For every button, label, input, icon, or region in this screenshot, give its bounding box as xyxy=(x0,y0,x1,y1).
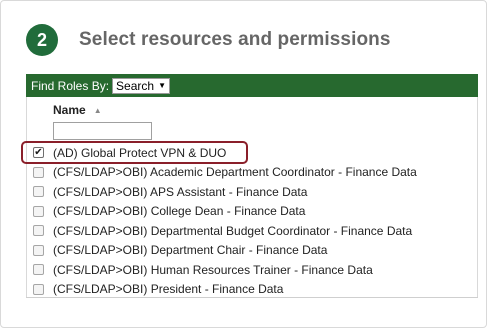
step-title: Select resources and permissions xyxy=(79,29,391,50)
role-checkbox[interactable] xyxy=(33,205,44,217)
step-header: 2 Select resources and permissions xyxy=(26,23,391,57)
find-roles-label: Find Roles By: xyxy=(31,78,110,93)
role-row[interactable]: (CFS/LDAP>OBI) Department Chair - Financ… xyxy=(27,241,477,261)
role-label: (CFS/LDAP>OBI) President - Finance Data xyxy=(53,282,284,297)
role-row[interactable]: ✔ (AD) Global Protect VPN & DUO xyxy=(27,143,477,163)
role-checkbox[interactable] xyxy=(33,186,44,198)
dropdown-arrow-icon: ▼ xyxy=(158,81,166,90)
role-row[interactable]: (CFS/LDAP>OBI) Academic Department Coord… xyxy=(27,163,477,183)
role-row[interactable]: (CFS/LDAP>OBI) President - Finance Data xyxy=(27,280,477,299)
role-label: (CFS/LDAP>OBI) APS Assistant - Finance D… xyxy=(53,184,308,199)
step-number-badge: 2 xyxy=(26,24,58,56)
role-checkbox[interactable] xyxy=(33,166,44,178)
find-roles-bar: Find Roles By: Search ▼ xyxy=(26,74,478,97)
role-checkbox[interactable] xyxy=(33,283,44,295)
role-label: (CFS/LDAP>OBI) Departmental Budget Coord… xyxy=(53,223,413,238)
name-column-label: Name xyxy=(53,103,86,117)
table-bottom-divider xyxy=(26,297,478,298)
roles-table: Name ▲ ✔ (AD) Global Protect VPN & DUO (… xyxy=(26,97,478,298)
role-row[interactable]: (CFS/LDAP>OBI) APS Assistant - Finance D… xyxy=(27,182,477,202)
role-checkbox[interactable]: ✔ xyxy=(33,147,44,159)
screenshot-frame: 2 Select resources and permissions Find … xyxy=(0,0,487,328)
find-roles-select[interactable]: Search ▼ xyxy=(112,77,170,94)
role-checkbox[interactable] xyxy=(33,244,44,256)
name-column-header[interactable]: Name ▲ xyxy=(53,103,102,117)
role-label: (CFS/LDAP>OBI) Academic Department Coord… xyxy=(53,165,417,180)
role-label: (CFS/LDAP>OBI) College Dean - Finance Da… xyxy=(53,204,306,219)
sort-ascending-icon[interactable]: ▲ xyxy=(94,106,102,115)
roles-list: ✔ (AD) Global Protect VPN & DUO (CFS/LDA… xyxy=(27,143,477,298)
role-row[interactable]: (CFS/LDAP>OBI) Human Resources Trainer -… xyxy=(27,260,477,280)
name-filter-input[interactable] xyxy=(53,122,152,140)
role-label: (AD) Global Protect VPN & DUO xyxy=(53,145,227,160)
find-roles-select-value: Search xyxy=(116,78,155,93)
role-label: (CFS/LDAP>OBI) Department Chair - Financ… xyxy=(53,243,328,258)
role-row[interactable]: (CFS/LDAP>OBI) Departmental Budget Coord… xyxy=(27,221,477,241)
role-checkbox[interactable] xyxy=(33,225,44,237)
role-checkbox[interactable] xyxy=(33,264,44,276)
role-label: (CFS/LDAP>OBI) Human Resources Trainer -… xyxy=(53,262,373,277)
role-row[interactable]: (CFS/LDAP>OBI) College Dean - Finance Da… xyxy=(27,202,477,222)
